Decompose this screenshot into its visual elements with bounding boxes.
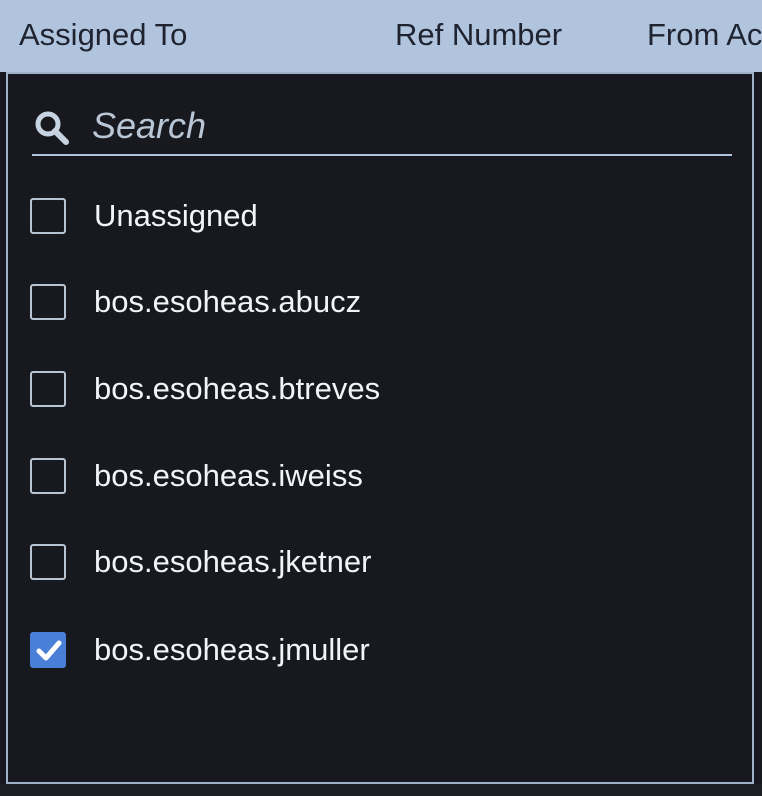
search-field <box>32 104 732 156</box>
option-checkbox[interactable] <box>30 458 66 494</box>
option-label: Unassigned <box>94 198 258 233</box>
column-header-from-account[interactable]: From Ac <box>647 17 762 53</box>
column-header-assigned-to[interactable]: Assigned To <box>19 17 187 53</box>
option-checkbox[interactable] <box>30 544 66 580</box>
option-label: bos.esoheas.jmuller <box>94 632 370 667</box>
option-checkbox[interactable] <box>30 198 66 234</box>
column-header-ref-number[interactable]: Ref Number <box>395 17 562 53</box>
assigned-to-filter-dropdown: Unassigned bos.esoheas.abucz bos.esoheas… <box>6 72 754 784</box>
option-checkbox[interactable] <box>30 284 66 320</box>
option-bos-esoheas-abucz[interactable]: bos.esoheas.abucz <box>30 274 710 330</box>
option-label: bos.esoheas.jketner <box>94 544 372 579</box>
bottom-edge <box>0 784 762 796</box>
option-bos-esoheas-jketner[interactable]: bos.esoheas.jketner <box>30 534 710 590</box>
option-bos-esoheas-jmuller[interactable]: bos.esoheas.jmuller <box>30 622 710 678</box>
search-input[interactable] <box>92 104 712 148</box>
checkmark-icon <box>36 640 62 661</box>
option-bos-esoheas-iweiss[interactable]: bos.esoheas.iweiss <box>30 448 710 504</box>
table-header: Assigned To Ref Number From Ac <box>0 0 762 72</box>
option-checkbox[interactable] <box>30 371 66 407</box>
option-label: bos.esoheas.abucz <box>94 284 362 319</box>
option-unassigned[interactable]: Unassigned <box>30 188 710 244</box>
option-checkbox-checked[interactable] <box>30 632 66 668</box>
search-icon <box>32 108 72 148</box>
option-label: bos.esoheas.btreves <box>94 371 381 406</box>
option-bos-esoheas-btreves[interactable]: bos.esoheas.btreves <box>30 361 710 417</box>
option-label: bos.esoheas.iweiss <box>94 458 363 493</box>
